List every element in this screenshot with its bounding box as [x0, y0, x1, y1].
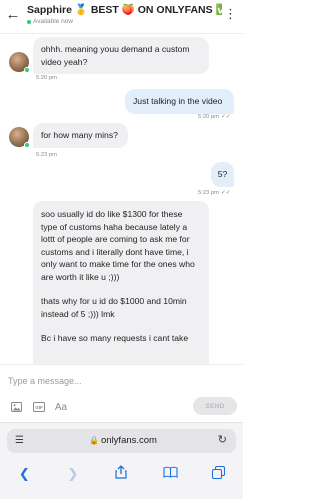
message-time: 5:20 pm	[36, 75, 57, 81]
avatar[interactable]	[9, 52, 30, 73]
message-time: 5:23 pm	[36, 152, 57, 158]
text-format-icon[interactable]: Aa	[53, 400, 69, 414]
double-check-icon: ✓✓	[220, 114, 231, 120]
message-time-text: 5:20 pm	[198, 114, 219, 120]
online-dot-icon	[24, 142, 30, 148]
message-time-text: 5:23 pm	[198, 190, 219, 196]
browser-toolbar: ☰ 🔒 onlyfans.com ↻ ❮ ❯	[0, 422, 243, 499]
tabs-icon[interactable]: ☰	[15, 435, 24, 447]
message-bubble-outgoing[interactable]: Just talking in the video	[125, 89, 234, 114]
message-time: 5:23 pm ✓✓	[198, 190, 231, 196]
gif-label: GIF	[35, 404, 43, 410]
chat-header: ← Sapphire 🥇 BEST 🍑 ON ONLYFANS ✅ Availa…	[0, 0, 243, 34]
message-bubble-incoming[interactable]: for how many mins?	[33, 123, 128, 148]
message-input[interactable]	[8, 373, 235, 389]
back-arrow-icon[interactable]: ←	[5, 7, 21, 23]
online-dot-icon	[24, 67, 30, 73]
url-text[interactable]: onlyfans.com	[101, 435, 157, 447]
bookmarks-icon[interactable]	[158, 466, 182, 482]
message-composer: GIF Aa SEND	[0, 364, 243, 422]
message-paragraph: soo usually id do like $1300 for these t…	[41, 209, 195, 282]
forward-icon[interactable]: ❯	[61, 466, 85, 482]
back-icon[interactable]: ❮	[12, 466, 36, 482]
more-vertical-icon[interactable]: ⋮	[224, 7, 237, 21]
message-bubble-incoming[interactable]: ohhh. meaning youu demand a custom video…	[33, 37, 209, 74]
address-bar[interactable]: ☰ 🔒 onlyfans.com ↻	[7, 429, 236, 453]
message-paragraph: thats why for u id do $1000 and 10min in…	[41, 296, 187, 319]
tabs-overview-icon[interactable]	[207, 465, 231, 483]
reload-icon[interactable]: ↻	[218, 434, 227, 447]
status-text: Available now	[33, 18, 73, 25]
share-icon[interactable]	[109, 465, 133, 483]
message-paragraph: Bc i have so many requests i cant take	[41, 333, 189, 343]
double-check-icon: ✓✓	[220, 190, 231, 196]
message-list[interactable]: ohhh. meaning youu demand a custom video…	[0, 34, 243, 364]
chat-title[interactable]: Sapphire 🥇 BEST 🍑 ON ONLYFANS ✅	[27, 3, 222, 16]
message-bubble-incoming[interactable]: soo usually id do like $1300 for these t…	[33, 201, 209, 364]
browser-nav: ❮ ❯	[0, 461, 243, 487]
online-dot-icon	[27, 19, 31, 24]
send-button[interactable]: SEND	[193, 397, 237, 415]
availability-status: Available now	[27, 18, 73, 25]
image-icon[interactable]	[9, 400, 23, 414]
gif-icon[interactable]: GIF	[31, 400, 47, 414]
avatar[interactable]	[9, 127, 30, 148]
message-time: 5:20 pm ✓✓	[198, 114, 231, 120]
lock-icon: 🔒	[89, 436, 99, 445]
message-bubble-outgoing[interactable]: 5?	[211, 162, 234, 187]
